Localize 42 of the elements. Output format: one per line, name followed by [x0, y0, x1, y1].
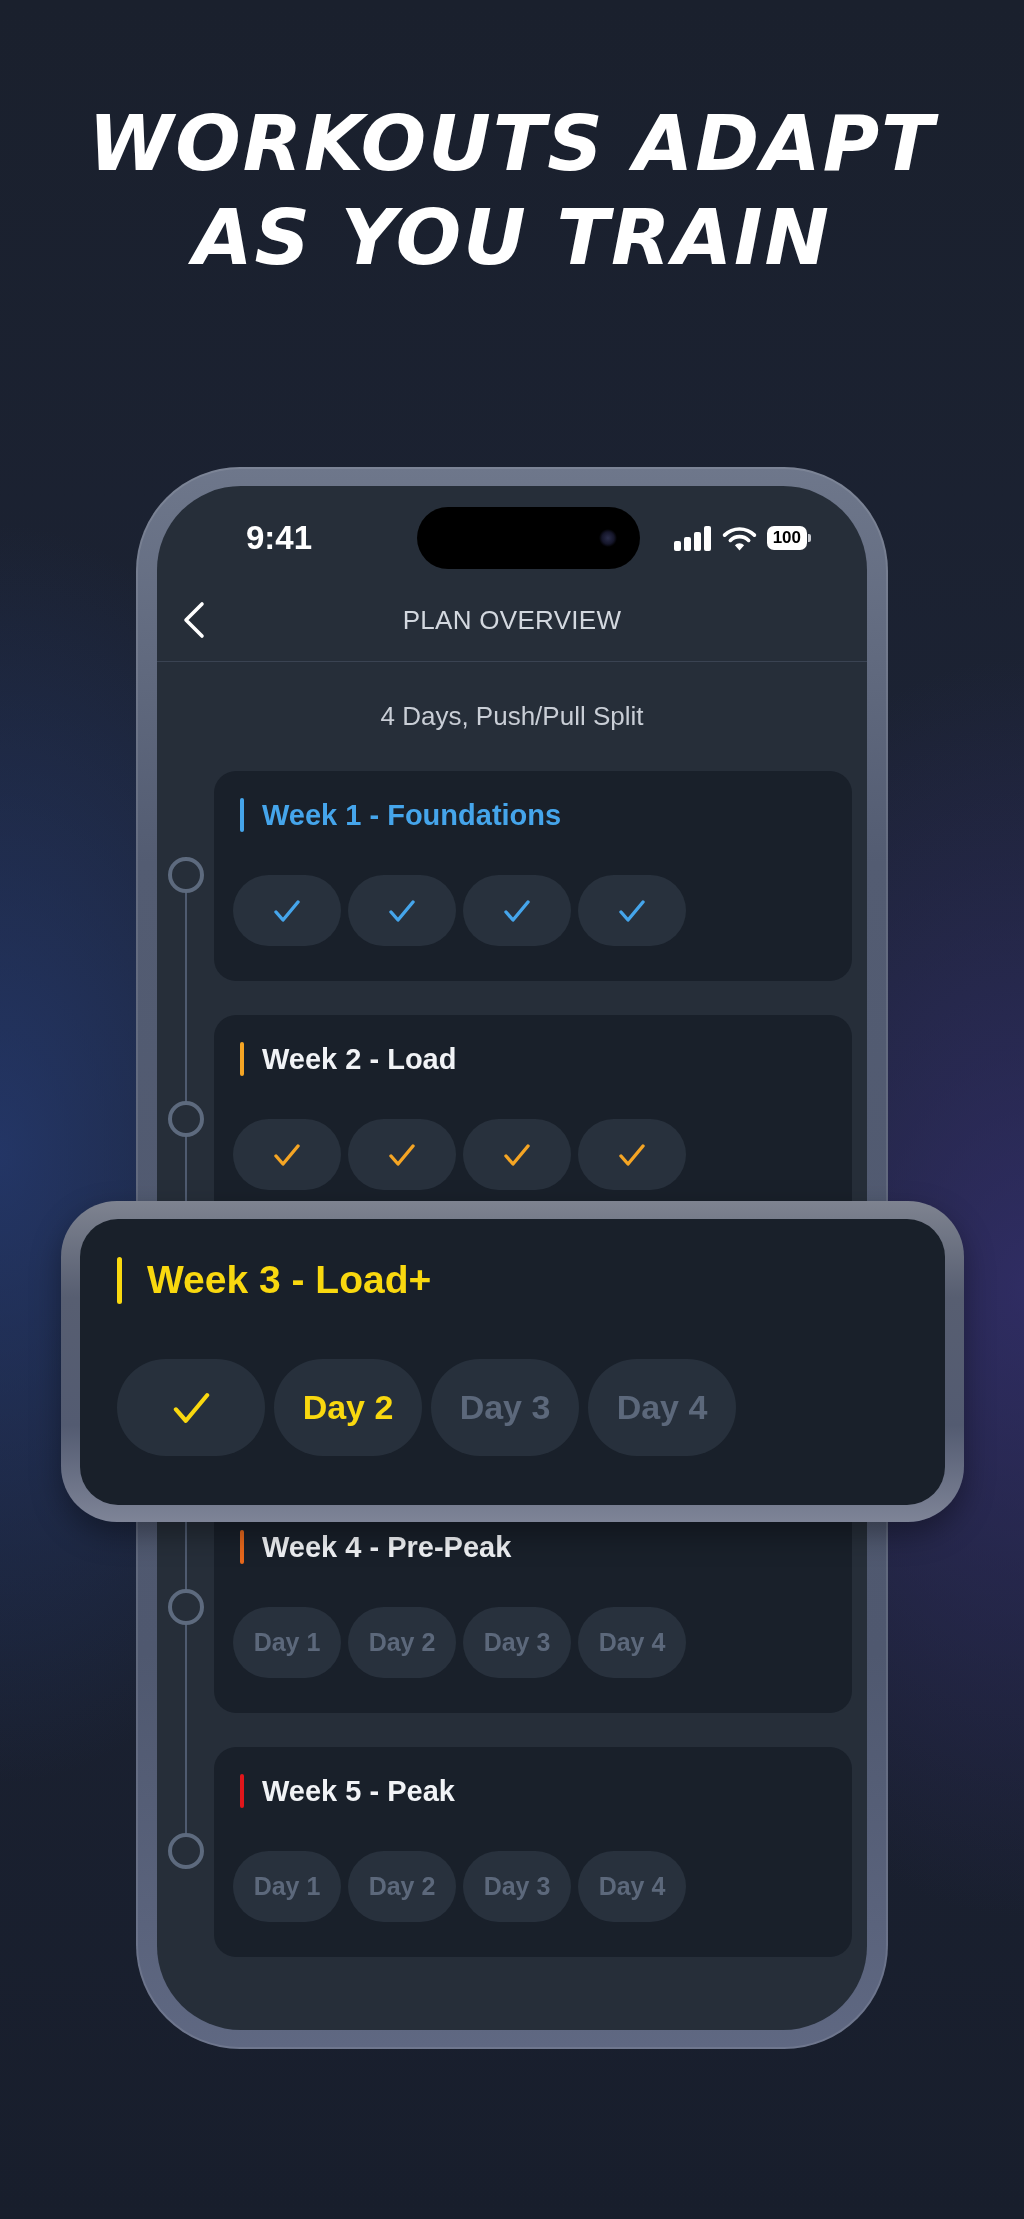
timeline-node-icon [167, 1833, 204, 1869]
check-icon [389, 898, 415, 923]
day-button[interactable]: Day 4 [578, 1851, 686, 1922]
day-button[interactable]: Day 2 [348, 1607, 456, 1678]
plan-subtitle: 4 Days, Push/Pull Split [379, 700, 645, 733]
timeline-node-icon [167, 1101, 204, 1137]
check-icon [389, 1142, 415, 1167]
battery-indicator: 100 [766, 526, 811, 550]
screen-title: PLAN OVERVIEW [402, 605, 622, 636]
day-button[interactable]: Day 1 [233, 1851, 341, 1922]
check-icon [504, 898, 530, 923]
week-title: Week 4 - Pre-Peak [262, 1530, 512, 1564]
week-card[interactable]: Week 4 - Pre-Peak Day 1 Day 2 Day 3 Day 4 [214, 1522, 852, 1713]
day-button[interactable]: Day 4 [578, 1607, 686, 1678]
week-title: Week 1 - Foundations [262, 798, 562, 832]
week-title: Week 3 - Load+ [147, 1258, 432, 1302]
day-button[interactable]: Day 2 [348, 1851, 456, 1922]
day-button[interactable]: Day 2 [274, 1359, 422, 1456]
week-card[interactable]: Week 5 - Peak Day 1 Day 2 Day 3 Day 4 [214, 1747, 852, 1957]
check-icon [172, 1390, 210, 1425]
status-time: 9:41 [246, 518, 314, 558]
check-icon [504, 1142, 530, 1167]
day-button[interactable]: Day 3 [463, 1851, 571, 1922]
check-icon [274, 898, 300, 923]
week-title: Week 2 - Load [262, 1042, 457, 1076]
day-button[interactable]: Day 1 [233, 1607, 341, 1678]
signal-icon [673, 525, 712, 551]
week-title: Week 5 - Peak [262, 1774, 455, 1808]
timeline-node-icon [167, 857, 204, 893]
check-icon [619, 1142, 645, 1167]
week-card[interactable]: Week 2 - Load [214, 1015, 852, 1201]
day-button[interactable]: Day 3 [431, 1359, 579, 1456]
week-card[interactable]: Week 1 - Foundations [214, 771, 852, 981]
back-icon[interactable] [182, 601, 206, 639]
wifi-icon [721, 525, 757, 551]
day-button[interactable]: Day 3 [463, 1607, 571, 1678]
headline: WORKOUTS ADAPT AS YOU TRAIN [62, 0, 962, 285]
check-icon [619, 898, 645, 923]
timeline-node-icon [167, 1589, 204, 1625]
day-button[interactable]: Day 4 [588, 1359, 736, 1456]
check-icon [274, 1142, 300, 1167]
week-card[interactable]: Week 3 - Load+ Day 2 Day 3 Day 4 [80, 1219, 945, 1505]
